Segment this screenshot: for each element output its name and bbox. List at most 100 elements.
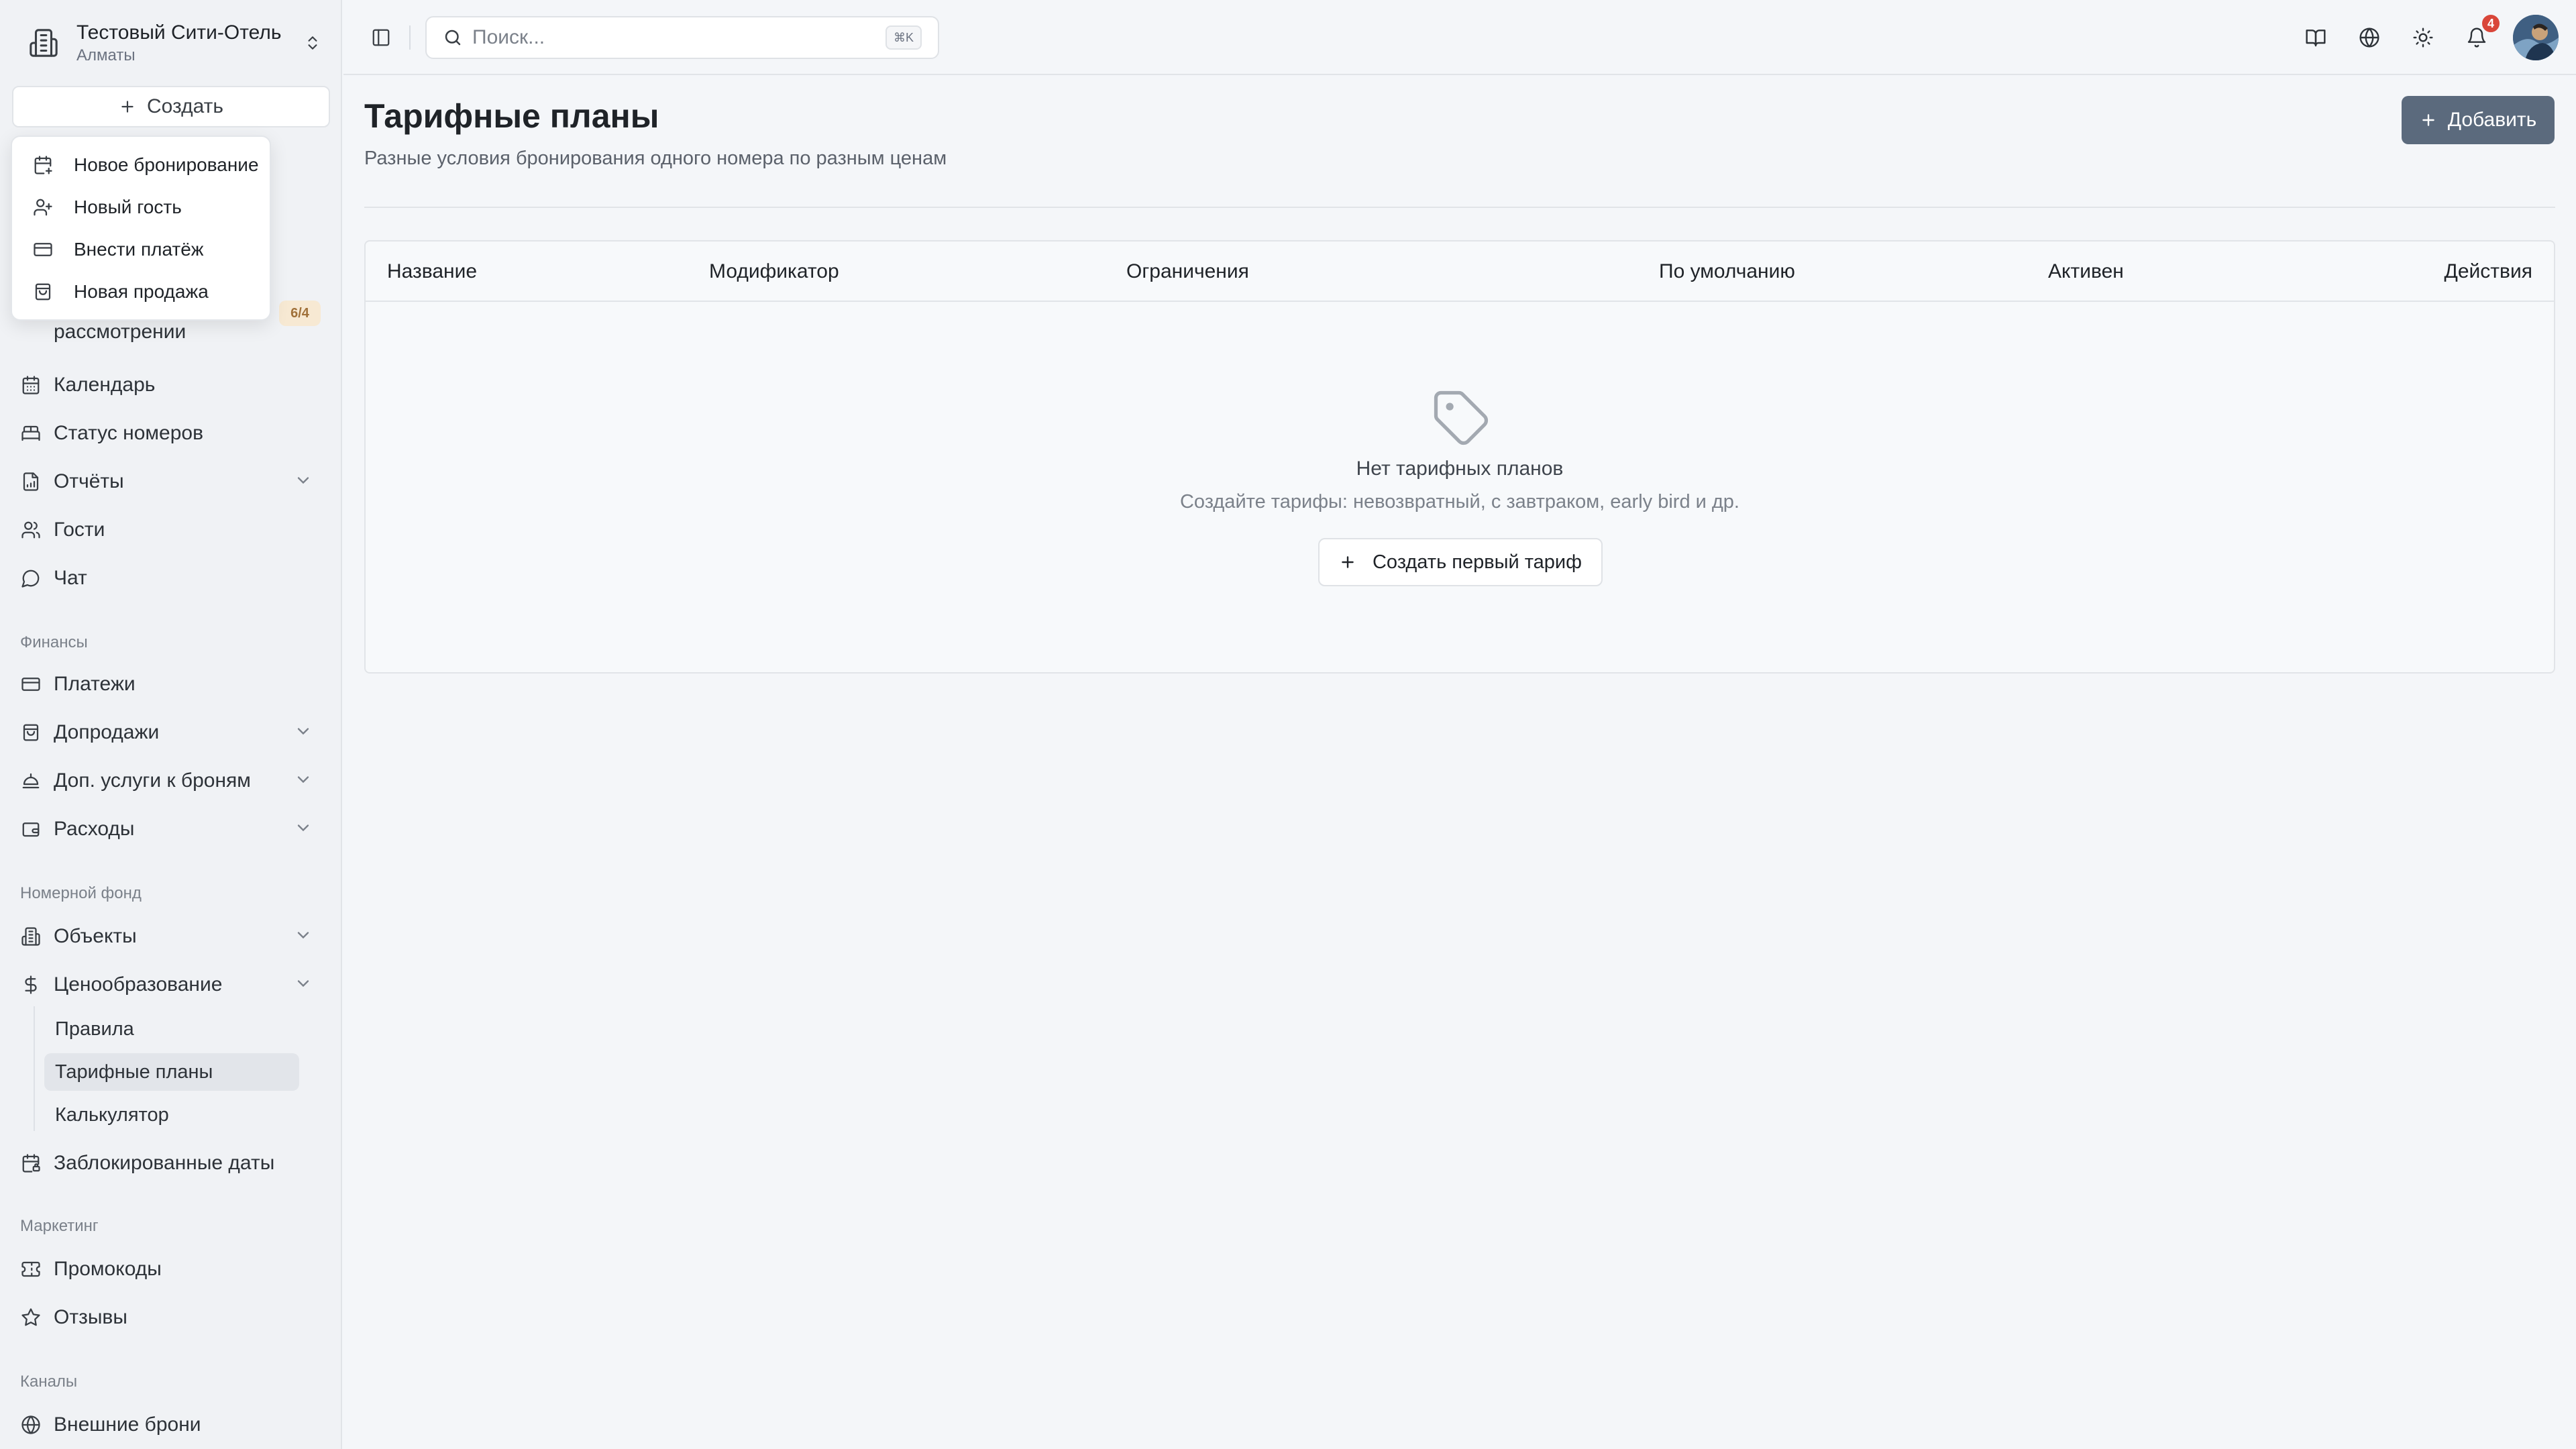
hotel-switcher[interactable]: Тестовый Сити-Отель Алматы [20, 15, 326, 71]
sidebar-subitem-rules[interactable]: Правила [44, 1010, 299, 1048]
building-icon [19, 924, 43, 949]
column-header-default[interactable]: По умолчанию [1659, 260, 1795, 283]
user-plus-icon [31, 195, 55, 219]
section-label-rooms: Номерной фонд [20, 884, 142, 902]
wallet-icon [19, 817, 43, 841]
header-divider [364, 207, 2555, 208]
book-open-icon[interactable] [2298, 20, 2333, 55]
language-globe-icon[interactable] [2352, 20, 2387, 55]
create-button-label: Создать [146, 95, 223, 117]
menu-item-new-sale[interactable]: Новая продажа [21, 272, 263, 312]
add-button-label: Добавить [2447, 109, 2537, 131]
sidebar-item-extra-services[interactable]: Доп. услуги к броням [19, 762, 325, 800]
chevron-down-icon[interactable] [294, 471, 313, 490]
sidebar-item-external-bookings[interactable]: Внешние брони [19, 1406, 325, 1444]
hotel-name: Тестовый Сити-Отель [76, 21, 282, 44]
sidebar-item-label: Объекты [54, 925, 137, 947]
menu-item-add-payment[interactable]: Внести платёж [21, 229, 263, 270]
topbar-divider [409, 25, 411, 50]
theme-sun-icon[interactable] [2406, 20, 2440, 55]
search-icon [443, 28, 463, 48]
credit-card-icon [19, 672, 43, 696]
column-header-name[interactable]: Название [387, 260, 477, 283]
section-label-finance: Финансы [20, 633, 88, 651]
create-dropdown-menu: Новое бронирование Новый гость Внести пл… [11, 136, 271, 321]
column-header-restrictions[interactable]: Ограничения [1126, 260, 1249, 283]
sidebar-item-calendar[interactable]: Календарь [19, 366, 325, 404]
create-first-rate-label: Создать первый тариф [1372, 551, 1582, 573]
plus-icon [119, 98, 136, 115]
sidebar-item-label: Доп. услуги к броням [54, 769, 251, 792]
star-icon [19, 1305, 43, 1330]
credit-card-icon [31, 237, 55, 262]
chevron-down-icon[interactable] [294, 770, 313, 789]
create-first-rate-button[interactable]: Создать первый тариф [1318, 538, 1603, 586]
chat-icon [19, 566, 43, 590]
section-label-marketing: Маркетинг [20, 1217, 99, 1235]
sidebar-item-label: Промокоды [54, 1258, 162, 1280]
top-bar: Поиск... ⌘K 4 [343, 0, 2576, 75]
empty-state-description: Создайте тарифы: невозвратный, с завтрак… [1179, 491, 1739, 513]
menu-item-new-guest[interactable]: Новый гость [21, 187, 263, 227]
sidebar-item-label: Чат [54, 567, 87, 589]
submenu-tree-line [34, 1006, 35, 1131]
chevron-down-icon[interactable] [294, 974, 313, 993]
users-icon [19, 518, 43, 542]
plus-icon [2420, 111, 2437, 129]
section-label-channels: Каналы [20, 1373, 78, 1391]
sidebar-item-label: Календарь [54, 374, 156, 396]
sidebar-item-chat[interactable]: Чат [19, 559, 325, 597]
sidebar-item-guests[interactable]: Гости [19, 511, 325, 549]
sidebar-item-label: Внешние брони [54, 1413, 201, 1436]
shopping-bag-icon [31, 280, 55, 304]
page-title: Тарифные планы [364, 97, 659, 135]
search-input[interactable]: Поиск... ⌘K [425, 16, 939, 59]
chevron-down-icon[interactable] [294, 926, 313, 945]
sidebar-item-room-status[interactable]: Статус номеров [19, 415, 325, 452]
sidebar-item-reports[interactable]: Отчёты [19, 463, 325, 500]
table-header: Название Модификатор Ограничения По умол… [366, 241, 2554, 302]
pending-badge: 6/4 [279, 301, 321, 326]
menu-item-label: Новая продажа [74, 281, 209, 302]
sidebar-item-label: Заблокированные даты [54, 1152, 275, 1174]
notifications-badge: 4 [2481, 13, 2501, 34]
calendar-plus-icon [31, 153, 55, 177]
column-header-actions: Действия [2444, 260, 2532, 282]
sidebar-subitem-calculator[interactable]: Калькулятор [44, 1096, 299, 1134]
sidebar-item-reviews[interactable]: Отзывы [19, 1299, 325, 1336]
empty-state-title: Нет тарифных планов [1356, 458, 1564, 480]
column-header-modifier[interactable]: Модификатор [709, 260, 839, 283]
page-subtitle: Разные условия бронирования одного номер… [364, 148, 947, 169]
sidebar-item-properties[interactable]: Объекты [19, 918, 325, 955]
sidebar-item-blocked-dates[interactable]: Заблокированные даты [19, 1144, 325, 1182]
create-button[interactable]: Создать [12, 86, 330, 127]
sidebar-subitem-rate-plans[interactable]: Тарифные планы [44, 1053, 299, 1091]
ticket-icon [19, 1257, 43, 1281]
chevron-down-icon[interactable] [294, 722, 313, 741]
sidebar-item-promocodes[interactable]: Промокоды [19, 1250, 325, 1288]
sidebar-item-expenses[interactable]: Расходы [19, 810, 325, 848]
sidebar-item-label: Допродажи [54, 721, 160, 743]
sidebar-item-pending-label[interactable]: рассмотрении [54, 321, 186, 343]
dollar-icon [19, 973, 43, 997]
rate-plans-table: Название Модификатор Ограничения По умол… [364, 240, 2555, 674]
sidebar-item-payments[interactable]: Платежи [19, 665, 325, 703]
globe-icon [19, 1413, 43, 1437]
search-shortcut-hint: ⌘K [885, 25, 922, 50]
sidebar-item-upsells[interactable]: Допродажи [19, 714, 325, 751]
column-header-active[interactable]: Активен [2048, 260, 2124, 283]
chevron-down-icon[interactable] [294, 818, 313, 837]
bed-icon [19, 421, 43, 445]
menu-item-label: Новый гость [74, 197, 182, 217]
sidebar-toggle-icon[interactable] [368, 24, 394, 51]
menu-item-new-booking[interactable]: Новое бронирование [21, 145, 263, 185]
calendar-icon [19, 373, 43, 397]
search-placeholder: Поиск... [472, 26, 545, 48]
sidebar-item-label: Отчёты [54, 470, 124, 492]
sidebar-item-pricing[interactable]: Ценообразование [19, 966, 325, 1004]
sidebar-item-label: Ценообразование [54, 973, 223, 996]
add-rate-plan-button[interactable]: Добавить [2402, 96, 2555, 144]
sidebar-item-label: Гости [54, 519, 105, 541]
avatar[interactable] [2513, 15, 2559, 60]
sidebar-item-label: Статус номеров [54, 422, 204, 444]
